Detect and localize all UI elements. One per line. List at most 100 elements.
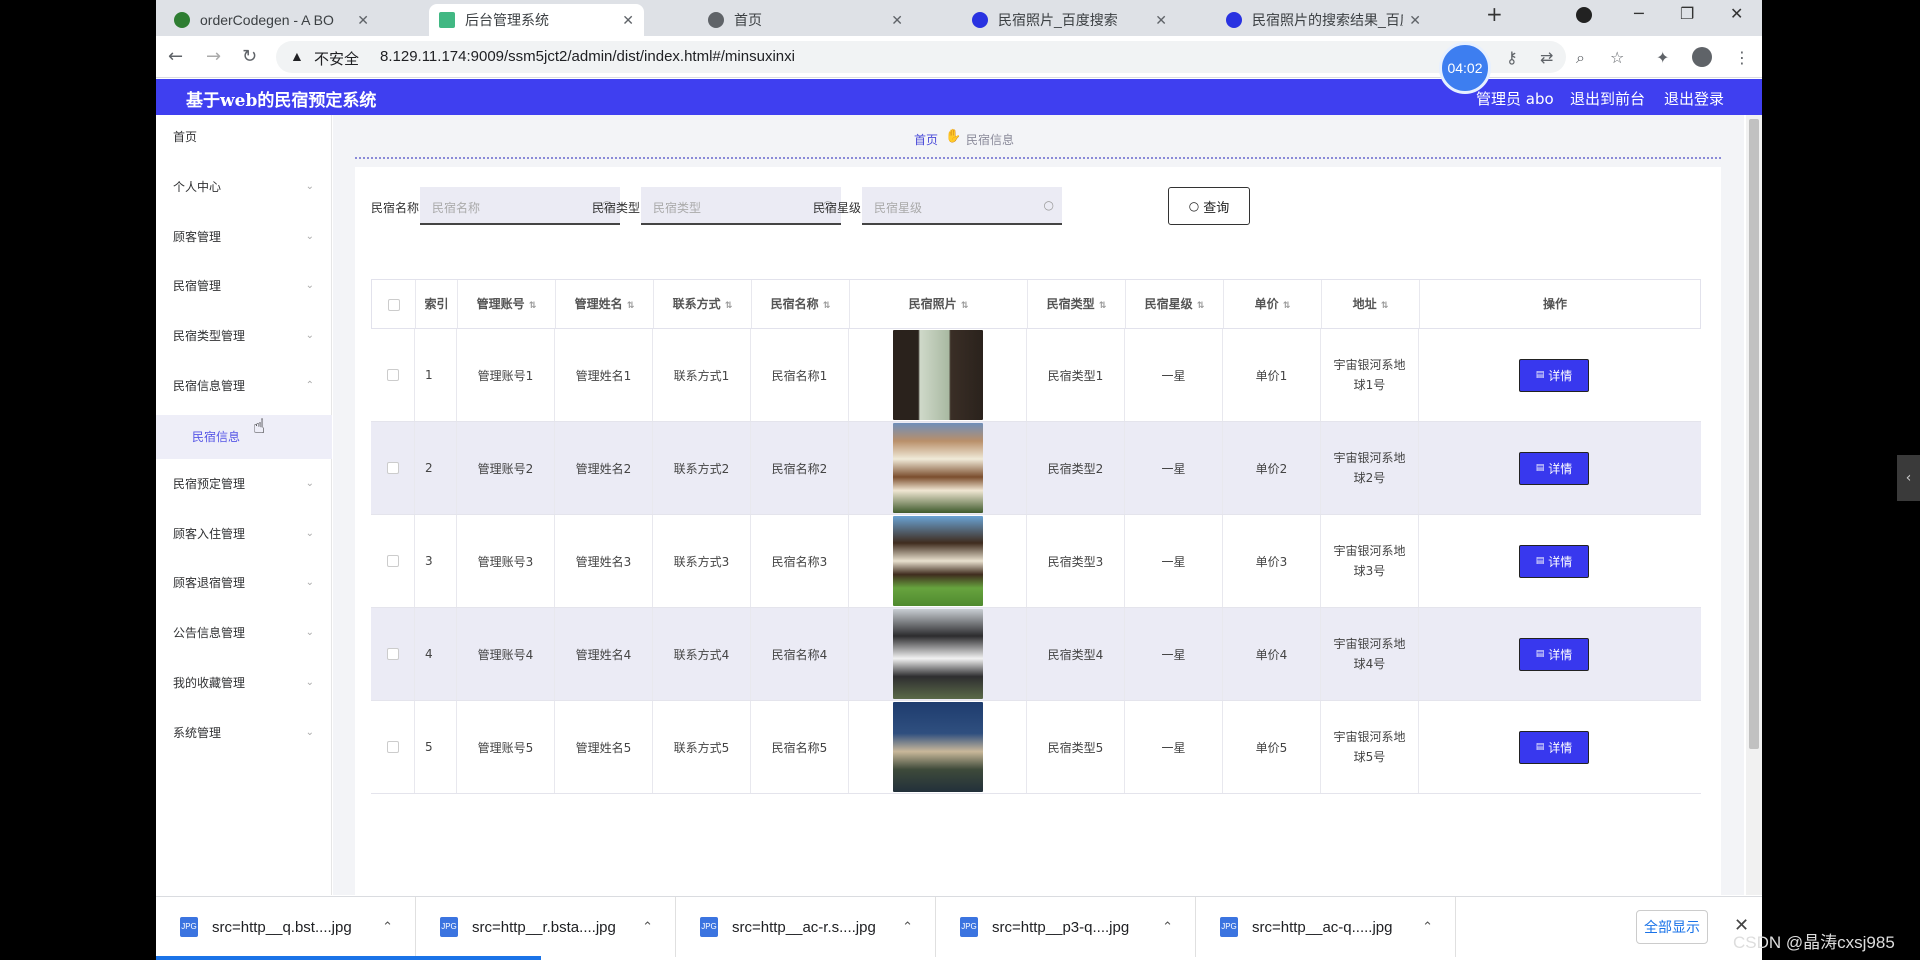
scrollbar-thumb[interactable] <box>1749 119 1759 749</box>
row-checkbox[interactable] <box>386 648 399 660</box>
row-checkbox[interactable] <box>386 462 399 474</box>
sidebar-item-homestay-types[interactable]: 民宿类型管理 ⌄ <box>156 316 332 356</box>
col-account[interactable]: 管理账号 ⇅ <box>458 280 556 328</box>
chevron-up-icon[interactable]: ⌃ <box>382 919 393 935</box>
tab-ordercodegen[interactable]: orderCodegen - A BO ✕ <box>164 4 379 36</box>
sort-icon[interactable]: ⇅ <box>1381 301 1389 311</box>
to-front-link[interactable]: 退出到前台 <box>1570 88 1645 109</box>
chevron-up-icon[interactable]: ⌃ <box>642 919 653 935</box>
sort-icon[interactable]: ⇅ <box>627 301 635 311</box>
sidebar-item-favorites[interactable]: 我的收藏管理 ⌄ <box>156 663 332 703</box>
row-checkbox[interactable] <box>386 369 399 381</box>
star-search-input[interactable]: 民宿星级 ○ <box>862 187 1062 225</box>
detail-button[interactable]: ▤ 详情 <box>1519 451 1589 485</box>
download-item[interactable]: JPG src=http__r.bsta....jpg ⌃ <box>416 897 676 957</box>
close-tab-icon[interactable]: ✕ <box>622 12 634 29</box>
menu-icon[interactable]: ⋮ <box>1734 48 1750 67</box>
col-type[interactable]: 民宿类型 ⇅ <box>1028 280 1126 328</box>
cell-name: 管理姓名1 <box>555 329 653 421</box>
sidebar-item-home[interactable]: 首页 <box>156 117 332 157</box>
tab-home[interactable]: 首页 ✕ <box>698 4 913 36</box>
close-tab-icon[interactable]: ✕ <box>1409 12 1421 29</box>
sidebar-item-personal[interactable]: 个人中心 ⌄ <box>156 167 332 207</box>
sort-icon[interactable]: ⇅ <box>1197 301 1205 311</box>
sort-icon[interactable]: ⇅ <box>1099 301 1107 311</box>
col-price[interactable]: 单价 ⇅ <box>1224 280 1322 328</box>
col-name[interactable]: 管理姓名 ⇅ <box>556 280 654 328</box>
sidebar-item-system[interactable]: 系统管理 ⌄ <box>156 713 332 753</box>
download-item[interactable]: JPG src=http__p3-q....jpg ⌃ <box>936 897 1196 957</box>
row-checkbox[interactable] <box>386 741 399 753</box>
sidebar-item-homestay-info[interactable]: 民宿信息 <box>156 415 332 459</box>
chevron-up-icon[interactable]: ⌃ <box>1162 919 1173 935</box>
show-all-button[interactable]: 全部显示 <box>1636 910 1708 944</box>
zoom-icon[interactable]: ⌕ <box>1576 48 1585 68</box>
sidebar-item-reservations[interactable]: 民宿预定管理 ⌄ <box>156 464 332 504</box>
side-panel-toggle[interactable]: ‹ <box>1897 455 1920 501</box>
vertical-scrollbar[interactable] <box>1746 115 1762 895</box>
back-icon[interactable]: ← <box>168 46 183 67</box>
sidebar-item-homestay-info-mgmt[interactable]: 民宿信息管理 ⌃ <box>156 366 332 406</box>
download-item[interactable]: JPG src=http__ac-q.....jpg ⌃ <box>1196 897 1456 957</box>
sort-icon[interactable]: ⇅ <box>529 301 537 311</box>
key-icon[interactable]: ⚷ <box>1506 48 1518 67</box>
minimize-icon[interactable]: ─ <box>1634 4 1644 23</box>
divider <box>355 157 1721 159</box>
col-photo[interactable]: 民宿照片 ⇅ <box>850 280 1028 328</box>
extensions-icon[interactable]: ✦ <box>1656 48 1669 67</box>
tab-search-icon[interactable] <box>1576 7 1592 23</box>
sidebar-item-homestays[interactable]: 民宿管理 ⌄ <box>156 266 332 306</box>
breadcrumb: 首页 ✋ 民宿信息 <box>333 115 1744 159</box>
profile-icon[interactable] <box>1692 47 1712 67</box>
type-search-input[interactable]: 民宿类型 ○ <box>641 187 841 225</box>
download-item[interactable]: JPG src=http__q.bst....jpg ⌃ <box>156 897 416 957</box>
query-button[interactable]: ○ 查询 <box>1168 187 1250 225</box>
sidebar-item-checkout[interactable]: 顾客退宿管理 ⌄ <box>156 563 332 603</box>
sort-icon[interactable]: ⇅ <box>725 301 733 311</box>
download-item[interactable]: JPG src=http__ac-r.s....jpg ⌃ <box>676 897 936 957</box>
translate-icon[interactable]: ⇄ <box>1540 48 1553 67</box>
chevron-up-icon[interactable]: ⌃ <box>1422 919 1433 935</box>
detail-button[interactable]: ▤ 详情 <box>1519 358 1589 392</box>
row-checkbox[interactable] <box>386 555 399 567</box>
close-window-icon[interactable]: ✕ <box>1730 4 1743 23</box>
tab-admin[interactable]: 后台管理系统 ✕ <box>429 4 644 36</box>
close-tab-icon[interactable]: ✕ <box>357 12 369 29</box>
bookmark-star-icon[interactable]: ☆ <box>1610 48 1624 67</box>
tab-baidu-search[interactable]: 民宿照片_百度搜索 ✕ <box>962 4 1177 36</box>
sort-icon[interactable]: ⇅ <box>823 301 831 311</box>
new-tab-button[interactable]: + <box>1486 2 1503 26</box>
col-star[interactable]: 民宿星级 ⇅ <box>1126 280 1224 328</box>
sort-icon[interactable]: ⇅ <box>1283 301 1291 311</box>
sidebar-item-customers[interactable]: 顾客管理 ⌄ <box>156 217 332 257</box>
cell-homestay: 民宿名称2 <box>751 422 849 514</box>
row-checkbox-cell[interactable] <box>371 329 415 421</box>
homestay-photo <box>892 330 983 420</box>
tab-baidu-images[interactable]: 民宿照片的搜索结果_百度图片搜 ✕ <box>1216 4 1431 36</box>
detail-button[interactable]: ▤ 详情 <box>1519 730 1589 764</box>
row-checkbox-cell[interactable] <box>371 422 415 514</box>
row-checkbox-cell[interactable] <box>371 515 415 607</box>
name-search-input[interactable]: 民宿名称 ○ <box>420 187 620 225</box>
col-contact[interactable]: 联系方式 ⇅ <box>654 280 752 328</box>
detail-button[interactable]: ▤ 详情 <box>1519 544 1589 578</box>
header-checkbox-cell[interactable] <box>372 280 416 328</box>
col-homestay[interactable]: 民宿名称 ⇅ <box>752 280 850 328</box>
select-all-checkbox[interactable] <box>387 298 400 311</box>
sidebar-item-notices[interactable]: 公告信息管理 ⌄ <box>156 613 332 653</box>
forward-icon[interactable]: → <box>206 46 221 67</box>
row-checkbox-cell[interactable] <box>371 608 415 700</box>
close-tab-icon[interactable]: ✕ <box>1155 12 1167 29</box>
detail-button[interactable]: ▤ 详情 <box>1519 637 1589 671</box>
col-address[interactable]: 地址 ⇅ <box>1322 280 1420 328</box>
sort-icon[interactable]: ⇅ <box>961 301 969 311</box>
close-tab-icon[interactable]: ✕ <box>891 12 903 29</box>
reload-icon[interactable]: ↻ <box>242 46 257 67</box>
chevron-up-icon[interactable]: ⌃ <box>902 919 913 935</box>
breadcrumb-home[interactable]: 首页 <box>914 131 938 148</box>
restore-icon[interactable]: ❐ <box>1680 4 1694 23</box>
logout-link[interactable]: 退出登录 <box>1664 88 1724 109</box>
sidebar-item-checkin[interactable]: 顾客入住管理 ⌄ <box>156 514 332 554</box>
url-field[interactable]: ▲ 不安全 8.129.11.174:9009/ssm5jct2/admin/d… <box>276 41 1566 73</box>
row-checkbox-cell[interactable] <box>371 701 415 793</box>
